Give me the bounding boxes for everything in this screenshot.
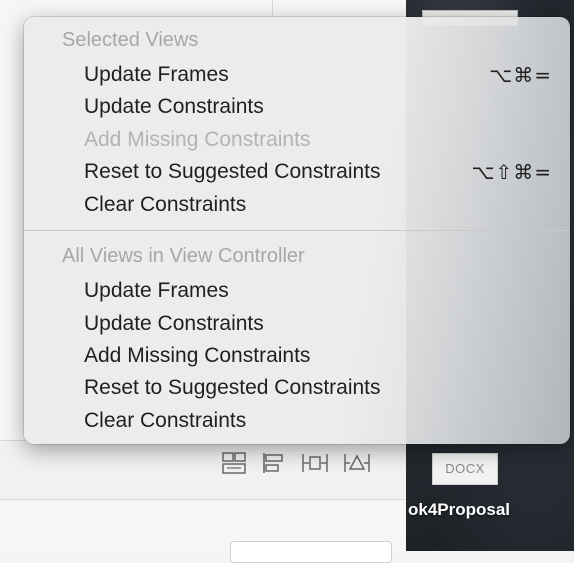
section-header-all-views: All Views in View Controller [62,245,305,267]
section-header-selected-views: Selected Views [62,29,199,51]
menu-item-update-frames[interactable]: Update Frames [84,63,229,87]
align-icon[interactable] [262,452,286,474]
menu-item-all-update-constraints[interactable]: Update Constraints [84,312,264,336]
bottom-field[interactable] [230,541,392,563]
resolve-auto-layout-menu: Selected Views Update Frames ⌥⌘= Update … [24,17,570,444]
shortcut-reset-to-suggested: ⌥⇧⌘= [471,160,552,184]
docx-file-icon[interactable]: DOCX [432,453,498,485]
autolayout-toolbar [222,452,370,474]
menu-separator [24,230,570,231]
file-name-label[interactable]: ok4Proposal [408,500,510,520]
resolve-issues-icon[interactable] [344,452,370,474]
menu-item-add-missing-constraints: Add Missing Constraints [84,128,311,151]
menu-item-all-clear-constraints[interactable]: Clear Constraints [84,409,246,433]
menu-item-all-reset-to-suggested-constraints[interactable]: Reset to Suggested Constraints [84,376,381,400]
menu-item-all-add-missing-constraints[interactable]: Add Missing Constraints [84,344,310,368]
menu-item-clear-constraints[interactable]: Clear Constraints [84,193,246,217]
menu-item-update-constraints[interactable]: Update Constraints [84,95,264,119]
pin-icon[interactable] [302,452,328,474]
menu-item-all-update-frames[interactable]: Update Frames [84,279,229,303]
shortcut-update-frames: ⌥⌘= [489,63,552,87]
menu-item-reset-to-suggested-constraints[interactable]: Reset to Suggested Constraints [84,160,381,184]
stack-icon[interactable] [222,452,246,474]
